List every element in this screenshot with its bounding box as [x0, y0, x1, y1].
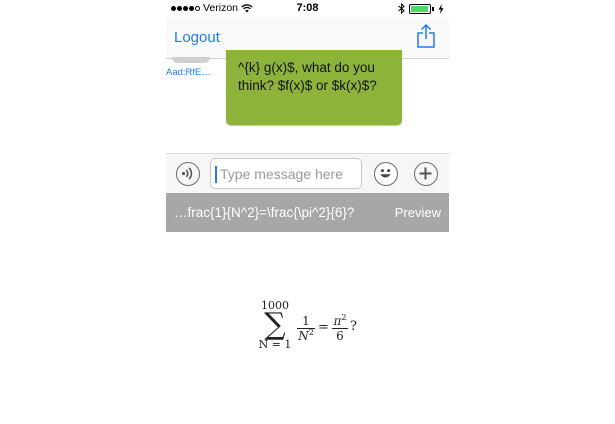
equals-sign: =: [318, 320, 329, 335]
text-caret: [215, 166, 217, 183]
fraction-pi-squared-over-six: π2 6: [332, 314, 348, 343]
plus-icon: [419, 167, 432, 180]
summation: 1000 ∑ N = 1: [258, 300, 292, 352]
denominator-exponent: 2: [308, 328, 314, 337]
battery-tip: [432, 6, 434, 11]
sender-label[interactable]: Aad:RfE…: [166, 67, 211, 78]
audio-icon: [181, 167, 193, 180]
fraction-one-over-n-squared: 1 N2: [297, 314, 315, 343]
composer-bar: Type message here: [166, 153, 449, 194]
preview-bar: …frac{1}{N^2}=\frac{\pi^2}{6}? Preview: [166, 193, 449, 232]
message-bubble[interactable]: ^{k} g(x)$, what do you think? $f(x)$ or…: [226, 50, 402, 125]
emoji-icon: [380, 169, 391, 178]
latex-source-text: …frac{1}{N^2}=\frac{\pi^2}{6}?: [174, 205, 355, 220]
denominator-base: N: [298, 329, 309, 343]
rendered-math: 1000 ∑ N = 1 1 N2 = π2 6 ?: [0, 300, 615, 360]
preview-button[interactable]: Preview: [395, 205, 441, 220]
audio-button[interactable]: [176, 162, 200, 186]
fraction-denominator: 6: [336, 329, 344, 343]
message-input[interactable]: Type message here: [210, 158, 362, 189]
bluetooth-icon: [398, 3, 405, 14]
battery-icon: [409, 3, 431, 14]
sigma-symbol: ∑: [264, 307, 286, 342]
message-placeholder: Type message here: [220, 166, 343, 182]
status-bar: Verizon 7:08: [166, 0, 449, 18]
charging-bolt-icon: [438, 3, 444, 14]
message-text: ^{k} g(x)$, what do you think? $f(x)$ or…: [238, 60, 377, 93]
numerator-exponent: 2: [341, 313, 347, 322]
sum-lower-limit: N = 1: [258, 338, 292, 351]
phone-screen: Verizon 7:08 Logout Aad:RfE… ^{k} g(x)$,…: [166, 0, 449, 424]
avatar[interactable]: [172, 57, 210, 63]
fraction-denominator: N2: [297, 328, 315, 344]
add-button[interactable]: [414, 162, 438, 186]
fraction-numerator: 1: [302, 314, 310, 328]
question-mark: ?: [350, 319, 357, 334]
status-right: [398, 3, 444, 14]
share-icon[interactable]: [416, 23, 436, 49]
logout-button[interactable]: Logout: [174, 29, 220, 46]
fraction-numerator: π2: [332, 313, 348, 329]
emoji-button[interactable]: [374, 162, 398, 186]
